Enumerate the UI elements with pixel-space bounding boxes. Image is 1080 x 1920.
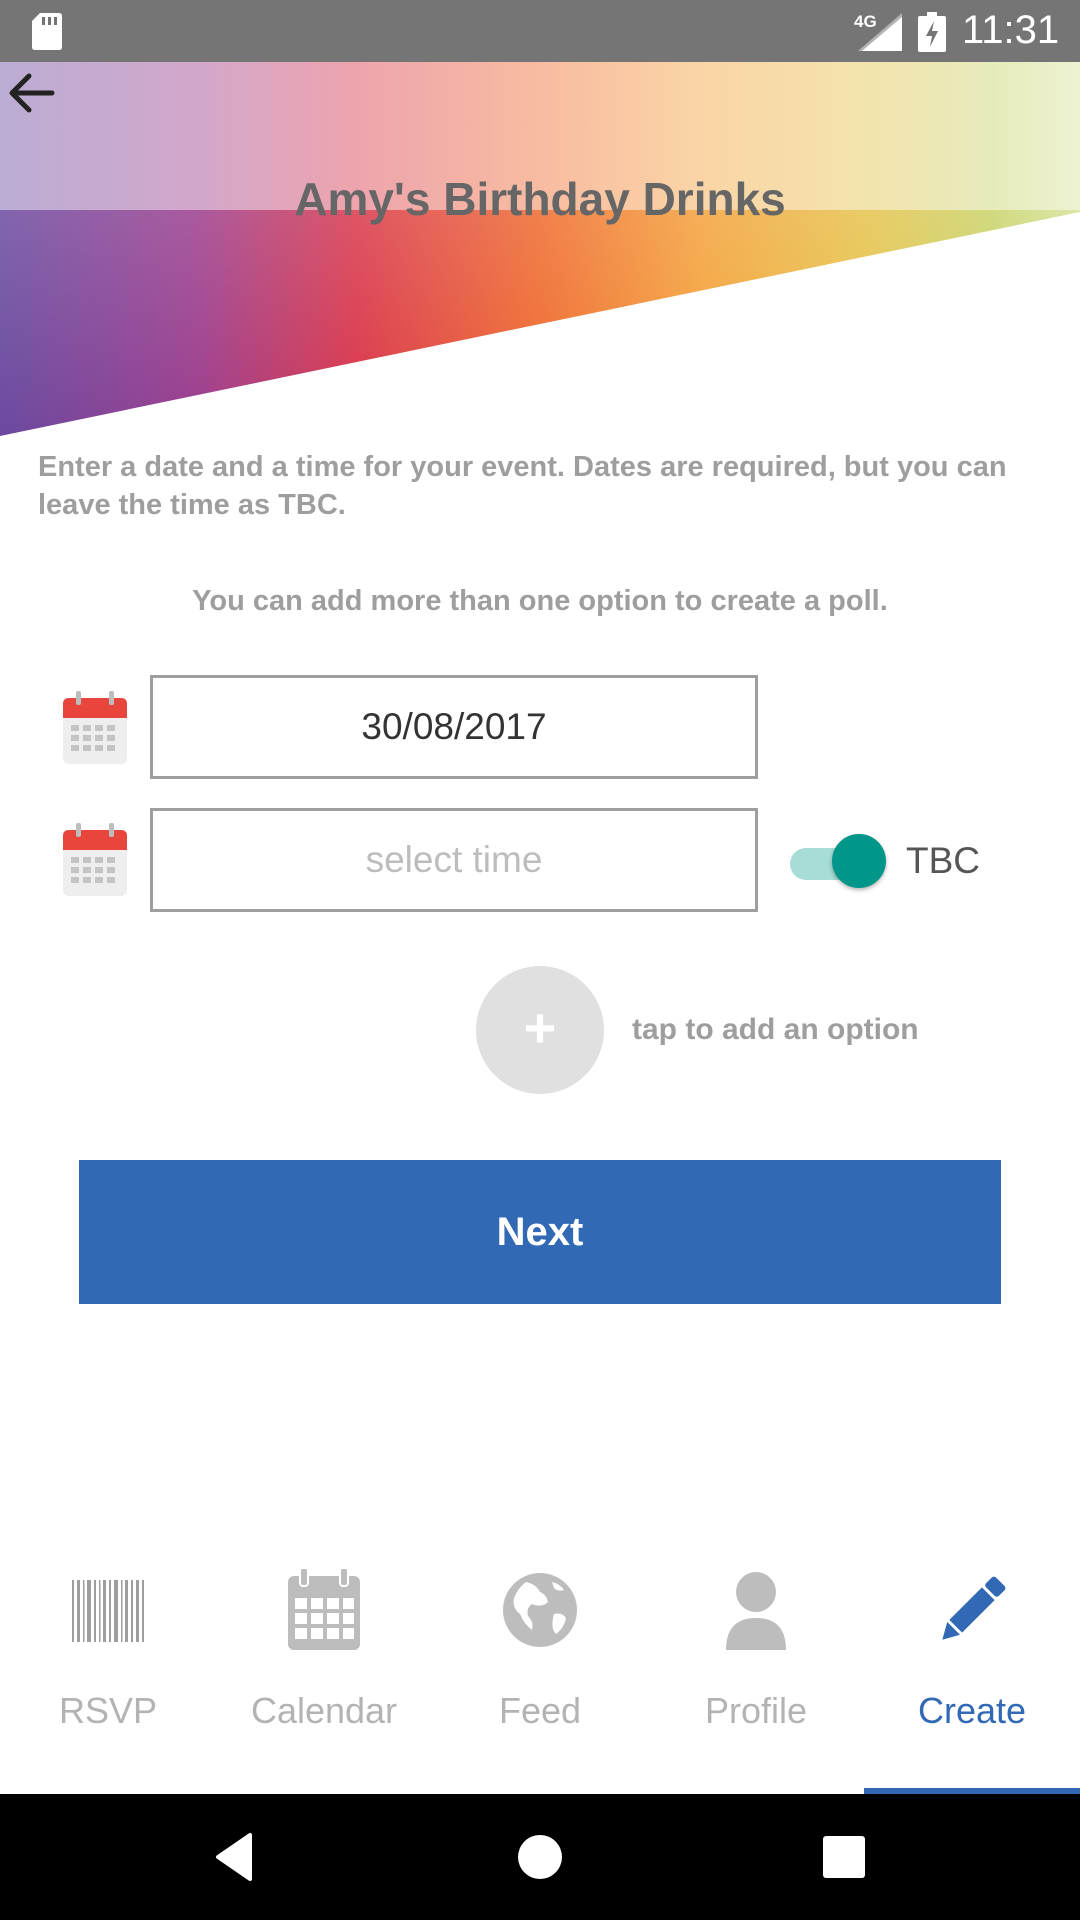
nav-label-calendar: Calendar bbox=[250, 1690, 398, 1731]
nav-label-feed: Feed bbox=[498, 1690, 582, 1731]
nav-item-create[interactable]: Create bbox=[864, 1540, 1080, 1794]
person-icon bbox=[726, 1572, 786, 1650]
back-arrow-button[interactable] bbox=[0, 62, 62, 124]
nav-item-rsvp[interactable]: RSVP bbox=[0, 1540, 216, 1794]
bottom-nav: RSVP Calendar Feed Profile Create bbox=[0, 1540, 1080, 1794]
nav-label-rsvp: RSVP bbox=[58, 1690, 158, 1731]
nav-label-create: Create bbox=[917, 1690, 1027, 1731]
barcode-icon bbox=[72, 1580, 144, 1642]
nav-item-feed[interactable]: Feed bbox=[432, 1540, 648, 1794]
sd-card-icon bbox=[32, 13, 62, 50]
add-option-button[interactable]: + bbox=[476, 966, 604, 1094]
network-type-label: 4G bbox=[854, 12, 877, 31]
pencil-icon bbox=[942, 1576, 1006, 1640]
toggle-knob bbox=[832, 834, 886, 888]
nav-label-profile: Profile bbox=[704, 1690, 808, 1731]
nav-item-calendar[interactable]: Calendar bbox=[216, 1540, 432, 1794]
globe-icon bbox=[503, 1573, 577, 1647]
page-title: Amy's Birthday Drinks bbox=[294, 173, 786, 225]
add-option-label: tap to add an option bbox=[632, 1013, 919, 1046]
recents-square-icon[interactable] bbox=[814, 1827, 874, 1887]
calendar-icon[interactable] bbox=[62, 822, 128, 898]
time-input[interactable]: select time bbox=[150, 808, 758, 912]
next-button[interactable]: Next bbox=[79, 1160, 1001, 1304]
nav-item-profile[interactable]: Profile bbox=[648, 1540, 864, 1794]
back-triangle-icon[interactable] bbox=[206, 1827, 266, 1887]
home-circle-icon[interactable] bbox=[510, 1827, 570, 1887]
instructions-text: Enter a date and a time for your event. … bbox=[38, 451, 1007, 521]
plus-icon: + bbox=[523, 996, 557, 1059]
tbc-label: TBC bbox=[906, 840, 980, 881]
header-rainbow-background bbox=[0, 62, 1080, 436]
tbc-toggle[interactable] bbox=[786, 834, 886, 890]
poll-hint-text: You can add more than one option to crea… bbox=[192, 585, 888, 617]
system-nav-bar bbox=[0, 1794, 1080, 1920]
date-input[interactable]: 30/08/2017 bbox=[150, 675, 758, 779]
header: Amy's Birthday Drinks bbox=[0, 62, 1080, 442]
status-clock: 11:31 bbox=[962, 8, 1060, 52]
calendar-icon bbox=[288, 1568, 360, 1650]
calendar-icon[interactable] bbox=[62, 690, 128, 766]
status-bar: 4G 11:31 bbox=[0, 0, 1080, 62]
battery-charging-icon bbox=[918, 12, 946, 52]
